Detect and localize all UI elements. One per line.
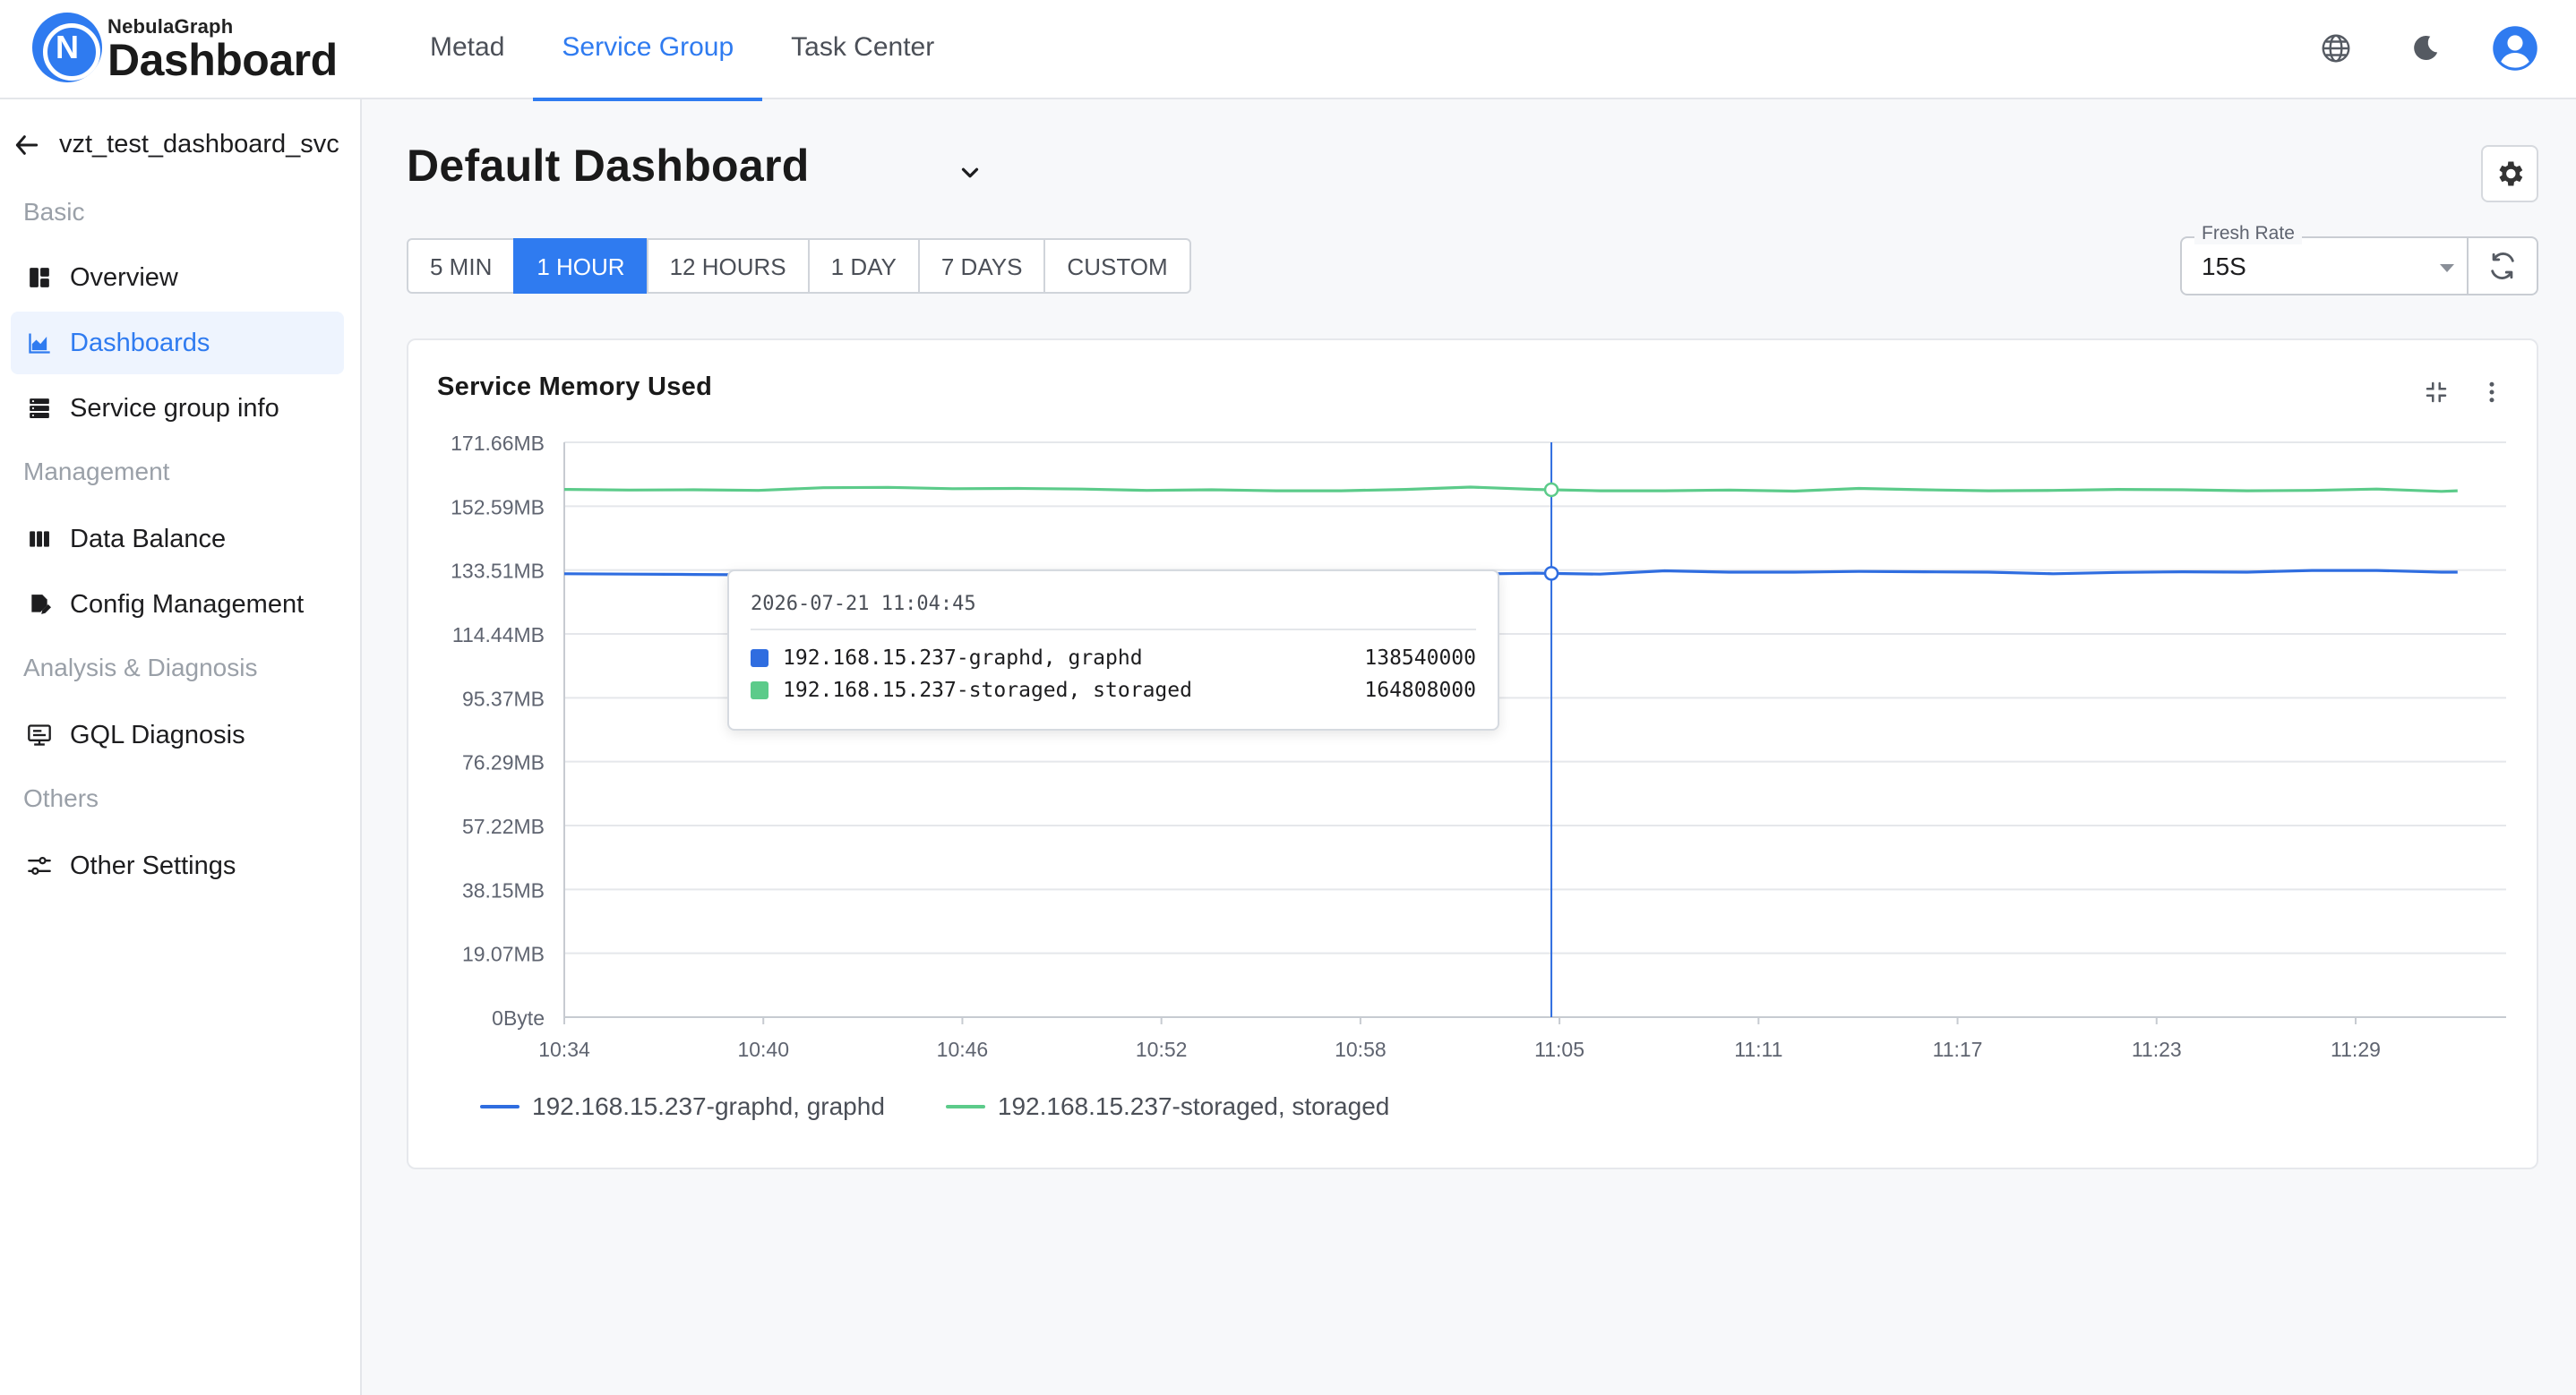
time-range-selector: 5 MIN 1 HOUR 12 HOURS 1 DAY 7 DAYS CUSTO… (407, 238, 1191, 294)
y-tick-label: 95.37MB (462, 687, 545, 710)
sidebar-item-data-balance[interactable]: Data Balance (11, 508, 344, 570)
server-icon (25, 394, 54, 423)
top-header: N NebulaGraph Dashboard Metad Service Gr… (0, 0, 2576, 101)
y-tick-label: 171.66MB (451, 432, 545, 455)
logo-icon: N (32, 13, 102, 82)
sidebar-item-other-settings[interactable]: Other Settings (11, 834, 344, 897)
sidebar-item-dashboards[interactable]: Dashboards (11, 312, 344, 374)
nav-metad[interactable]: Metad (401, 0, 533, 99)
tooltip-swatch (751, 681, 769, 699)
series-line-storaged (563, 485, 2458, 493)
nav-task-center[interactable]: Task Center (762, 0, 963, 99)
range-5min[interactable]: 5 MIN (407, 238, 516, 294)
y-tick-label: 133.51MB (451, 560, 545, 583)
x-tick-label: 11:29 (2331, 1038, 2381, 1061)
chevron-down-icon[interactable] (957, 159, 983, 186)
dashboard-settings-button[interactable] (2481, 145, 2538, 202)
section-analysis-diagnosis: Analysis & Diagnosis (23, 654, 258, 681)
section-others: Others (23, 784, 99, 812)
x-tick-label: 11:23 (2132, 1038, 2182, 1061)
monitor-icon (25, 721, 54, 749)
collapse-icon[interactable] (2418, 374, 2454, 410)
y-tick-label: 0Byte (492, 1006, 545, 1030)
overview-icon (25, 263, 54, 292)
tooltip-time: 2026-07-21 11:04:45 (751, 593, 976, 615)
refresh-button[interactable] (2467, 236, 2538, 295)
tooltip-row-graphd: 192.168.15.237-graphd, graphd 138540000 (751, 645, 1476, 672)
service-group-name: vzt_test_dashboard_svc (59, 130, 339, 158)
columns-icon (25, 525, 54, 553)
section-management: Management (23, 458, 170, 485)
sidebar-item-gql-diagnosis[interactable]: GQL Diagnosis (11, 704, 344, 766)
sidebar-item-overview[interactable]: Overview (11, 246, 344, 309)
y-tick-label: 114.44MB (452, 623, 545, 646)
legend-line (945, 1105, 985, 1108)
fresh-rate-value: 15S (2202, 252, 2246, 280)
top-nav: Metad Service Group Task Center (401, 0, 963, 101)
memory-line-chart[interactable]: 0Byte 19.07MB 38.15MB 57.22MB 76.29MB 95.37MB… (408, 340, 2540, 1171)
sliders-icon (25, 852, 54, 880)
sidebar: vzt_test_dashboard_svc Basic Overview Da… (0, 99, 362, 1395)
moon-icon[interactable] (2400, 23, 2451, 73)
y-tick-label: 76.29MB (462, 751, 545, 775)
legend-item-storaged[interactable]: 192.168.15.237-storaged, storaged (945, 1092, 1389, 1121)
globe-icon[interactable] (2311, 23, 2361, 73)
range-custom[interactable]: CUSTOM (1043, 238, 1191, 294)
tooltip-divider (751, 629, 1476, 630)
chart-legend: 192.168.15.237-graphd, graphd 192.168.15… (480, 1092, 1389, 1121)
caret-down-icon (2440, 264, 2454, 272)
sidebar-item-service-group-info[interactable]: Service group info (11, 377, 344, 440)
range-12hours[interactable]: 12 HOURS (646, 238, 810, 294)
hover-point-marker (1543, 482, 1559, 498)
x-tick-label: 10:58 (1335, 1038, 1387, 1061)
nav-service-group[interactable]: Service Group (533, 0, 762, 101)
section-basic: Basic (23, 198, 85, 226)
legend-line (480, 1105, 519, 1108)
fresh-rate-label: Fresh Rate (2194, 223, 2302, 244)
arrow-left-icon (15, 134, 39, 155)
app-logo[interactable]: N NebulaGraph Dashboard (32, 13, 338, 82)
user-avatar-icon[interactable] (2490, 23, 2540, 73)
area-chart-icon (25, 329, 54, 357)
x-tick-label: 11:11 (1734, 1038, 1782, 1061)
y-tick-label: 19.07MB (462, 943, 545, 966)
tooltip-row-storaged: 192.168.15.237-storaged, storaged 164808… (751, 677, 1476, 704)
x-tick-label: 10:34 (538, 1038, 590, 1061)
refresh-icon (2491, 252, 2514, 279)
sidebar-item-config-management[interactable]: Config Management (11, 573, 344, 636)
x-tick-label: 11:05 (1534, 1038, 1584, 1061)
page-title: Default Dashboard (407, 141, 810, 191)
legend-item-graphd[interactable]: 192.168.15.237-graphd, graphd (480, 1092, 885, 1121)
gear-icon (2499, 161, 2523, 186)
tooltip-swatch (751, 649, 769, 667)
hover-point-marker (1543, 566, 1559, 581)
x-tick-label: 10:40 (737, 1038, 789, 1061)
x-tick-label: 10:52 (1136, 1038, 1188, 1061)
range-1day[interactable]: 1 DAY (807, 238, 920, 294)
x-tick-label: 10:46 (937, 1038, 989, 1061)
x-tick-label: 11:17 (1933, 1038, 1983, 1061)
range-7days[interactable]: 7 DAYS (917, 238, 1046, 294)
chart-card: 0Byte 19.07MB 38.15MB 57.22MB 76.29MB 95.37MB… (407, 338, 2538, 1169)
y-tick-label: 38.15MB (462, 878, 545, 902)
edit-file-icon (25, 590, 54, 619)
y-tick-label: 57.22MB (462, 815, 545, 838)
more-vertical-icon[interactable] (2474, 374, 2510, 410)
chart-title: Service Memory Used (437, 372, 713, 401)
back-button[interactable]: vzt_test_dashboard_svc (13, 130, 339, 159)
fresh-rate-select[interactable]: Fresh Rate 15S (2180, 223, 2469, 295)
chart-tooltip: 2026-07-21 11:04:45 192.168.15.237-graph… (727, 569, 1499, 731)
y-tick-label: 152.59MB (451, 495, 545, 518)
range-1hour[interactable]: 1 HOUR (513, 238, 648, 294)
brand-big: Dashboard (107, 35, 338, 85)
